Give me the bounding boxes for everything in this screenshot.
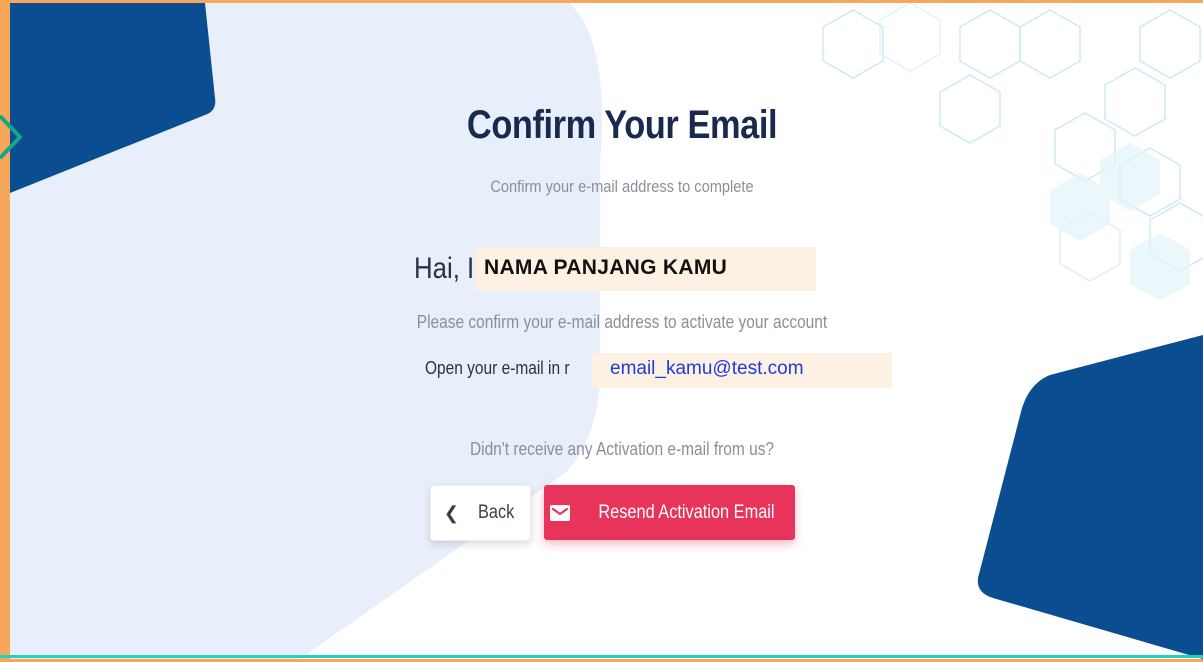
name-highlight: NAMA PANJANG KAMU (475, 247, 816, 291)
not-received-text: Didn't receive any Activation e-mail fro… (469, 439, 775, 459)
resend-activation-button[interactable]: Resend Activation Email (544, 485, 795, 540)
back-button-label: Back (477, 502, 515, 523)
bottom-accent-line (0, 655, 1203, 658)
back-button[interactable]: ❮ Back (430, 485, 531, 541)
resend-button-label: Resend Activation Email (598, 501, 775, 523)
chevron-left-icon: ❮ (443, 502, 459, 523)
email-highlight: email_kamu@test.com (592, 353, 892, 388)
confirm-email-panel: Confirm Your Email Confirm your e-mail a… (10, 3, 1203, 659)
mail-icon (550, 504, 571, 521)
open-email-text: Open your e-mail in r (425, 358, 570, 378)
page-subtitle: Confirm your e-mail address to complete (490, 177, 754, 196)
confirm-instruction: Please confirm your e-mail address to ac… (416, 312, 828, 332)
page-title: Confirm Your Email (466, 103, 778, 147)
arrow-decoration (0, 114, 22, 160)
page-canvas: Confirm Your Email Confirm your e-mail a… (10, 3, 1203, 659)
greeting-text: Hai, I (414, 252, 475, 285)
